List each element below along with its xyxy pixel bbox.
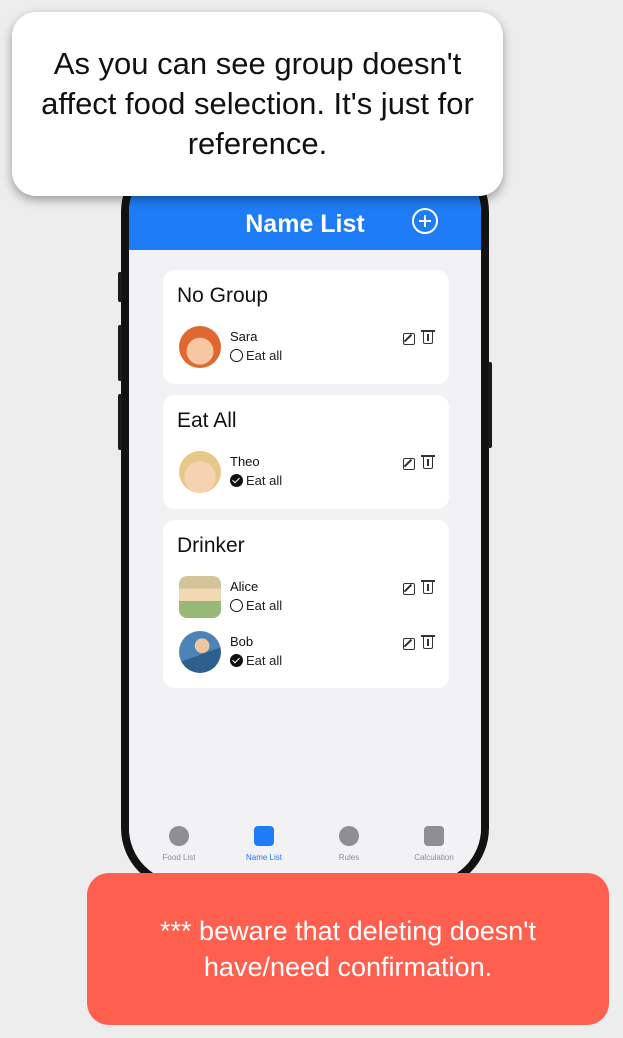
person-card-icon (254, 826, 274, 846)
eat-all-toggle[interactable]: Eat all (230, 653, 282, 668)
checkmark-circle-icon (230, 654, 243, 667)
circle-icon (230, 349, 243, 362)
avatar (179, 326, 221, 368)
avatar (179, 451, 221, 493)
group-title: Drinker (177, 534, 245, 557)
edit-icon[interactable] (403, 458, 415, 470)
circle-icon (230, 599, 243, 612)
list-item: Theo Eat all (163, 451, 449, 501)
group-title: Eat All (177, 409, 237, 432)
trash-icon[interactable] (421, 580, 435, 594)
trash-icon[interactable] (421, 635, 435, 649)
tab-calculation[interactable]: Calculation (390, 826, 478, 862)
avatar (179, 631, 221, 673)
tab-rules[interactable]: Rules (305, 826, 393, 862)
callout-bottom: *** beware that deleting doesn't have/ne… (87, 873, 609, 1025)
group-card-no-group: No Group Sara Eat all (163, 270, 449, 384)
phone-side-button (118, 325, 122, 381)
trash-icon[interactable] (421, 330, 435, 344)
tab-food-list[interactable]: Food List (135, 826, 223, 862)
group-card-drinker: Drinker Alice Eat all Bob Eat all (163, 520, 449, 688)
member-name: Bob (230, 634, 254, 649)
phone-side-button (488, 362, 492, 448)
eat-all-toggle[interactable]: Eat all (230, 473, 282, 488)
member-name: Alice (230, 579, 259, 594)
group-title: No Group (177, 284, 269, 307)
avatar (179, 576, 221, 618)
member-name: Sara (230, 329, 258, 344)
r-circle-icon (339, 826, 359, 846)
member-name: Theo (230, 454, 260, 469)
list-item: Bob Eat all (163, 631, 449, 681)
list-item: Alice Eat all (163, 576, 449, 626)
phone-side-button (118, 272, 122, 302)
clipboard-list-icon (424, 826, 444, 846)
edit-icon[interactable] (403, 638, 415, 650)
edit-icon[interactable] (403, 333, 415, 345)
callout-top: As you can see group doesn't affect food… (12, 12, 503, 196)
group-card-eat-all: Eat All Theo Eat all (163, 395, 449, 509)
checkmark-circle-icon (230, 474, 243, 487)
eat-all-toggle[interactable]: Eat all (230, 348, 282, 363)
app-screen: Name List No Group Sara Eat all Eat All … (129, 158, 481, 882)
eat-all-toggle[interactable]: Eat all (230, 598, 282, 613)
list-item: Sara Eat all (163, 326, 449, 376)
phone-frame: Name List No Group Sara Eat all Eat All … (121, 150, 489, 890)
tab-name-list[interactable]: Name List (220, 826, 308, 862)
trash-icon[interactable] (421, 455, 435, 469)
phone-side-button (118, 394, 122, 450)
fork-knife-icon (169, 826, 189, 846)
edit-icon[interactable] (403, 583, 415, 595)
add-name-button[interactable] (412, 208, 438, 234)
